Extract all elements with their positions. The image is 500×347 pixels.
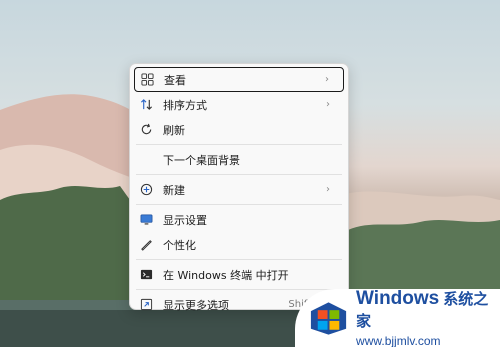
menu-item-label: 显示更多选项 bbox=[163, 298, 229, 312]
grid-icon bbox=[140, 73, 154, 87]
monitor-icon bbox=[139, 213, 153, 227]
menu-separator bbox=[136, 204, 342, 205]
menu-item-label: 下一个桌面背景 bbox=[163, 153, 240, 167]
menu-item-label: 显示设置 bbox=[163, 213, 207, 227]
menu-separator bbox=[136, 259, 342, 260]
menu-item-label: 个性化 bbox=[163, 238, 196, 252]
chevron-right-icon: › bbox=[326, 99, 330, 110]
brand-text: Windows bbox=[356, 288, 440, 309]
desktop-background[interactable]: 查看 › 排序方式 › 刷新 下一个桌面背景 新建 › 显示设置 个性化 在 W… bbox=[0, 0, 500, 347]
menu-item-label: 排序方式 bbox=[163, 98, 207, 112]
menu-item-sort-by[interactable]: 排序方式 › bbox=[134, 92, 344, 117]
watermark-url: www.bjjmlv.com bbox=[356, 334, 441, 347]
menu-item-open-in-terminal[interactable]: 在 Windows 终端 中打开 bbox=[134, 262, 344, 287]
menu-separator bbox=[136, 174, 342, 175]
sort-icon bbox=[139, 98, 153, 112]
windows-logo-icon bbox=[310, 302, 347, 335]
menu-item-label: 刷新 bbox=[163, 123, 185, 137]
menu-item-new[interactable]: 新建 › bbox=[134, 177, 344, 202]
refresh-icon bbox=[139, 123, 153, 137]
menu-item-label: 查看 bbox=[164, 73, 186, 87]
menu-separator bbox=[136, 144, 342, 145]
menu-item-display-settings[interactable]: 显示设置 bbox=[134, 207, 344, 232]
plus-circle-icon bbox=[139, 183, 153, 197]
blank-icon bbox=[139, 153, 153, 167]
context-menu: 查看 › 排序方式 › 刷新 下一个桌面背景 新建 › 显示设置 个性化 在 W… bbox=[129, 63, 349, 312]
menu-item-next-background[interactable]: 下一个桌面背景 bbox=[134, 147, 344, 172]
watermark-brand: Windows 系统之家 bbox=[356, 288, 500, 332]
menu-item-label: 在 Windows 终端 中打开 bbox=[163, 268, 289, 282]
watermark-logo: Windows 系统之家 www.bjjmlv.com bbox=[295, 288, 500, 347]
terminal-icon bbox=[139, 268, 153, 282]
expand-icon bbox=[139, 298, 153, 312]
chevron-right-icon: › bbox=[325, 74, 329, 85]
menu-separator bbox=[136, 289, 342, 290]
menu-item-label: 新建 bbox=[163, 183, 185, 197]
brush-icon bbox=[139, 238, 153, 252]
menu-item-refresh[interactable]: 刷新 bbox=[134, 117, 344, 142]
menu-item-personalize[interactable]: 个性化 bbox=[134, 232, 344, 257]
chevron-right-icon: › bbox=[326, 184, 330, 195]
menu-item-view[interactable]: 查看 › bbox=[134, 67, 344, 92]
